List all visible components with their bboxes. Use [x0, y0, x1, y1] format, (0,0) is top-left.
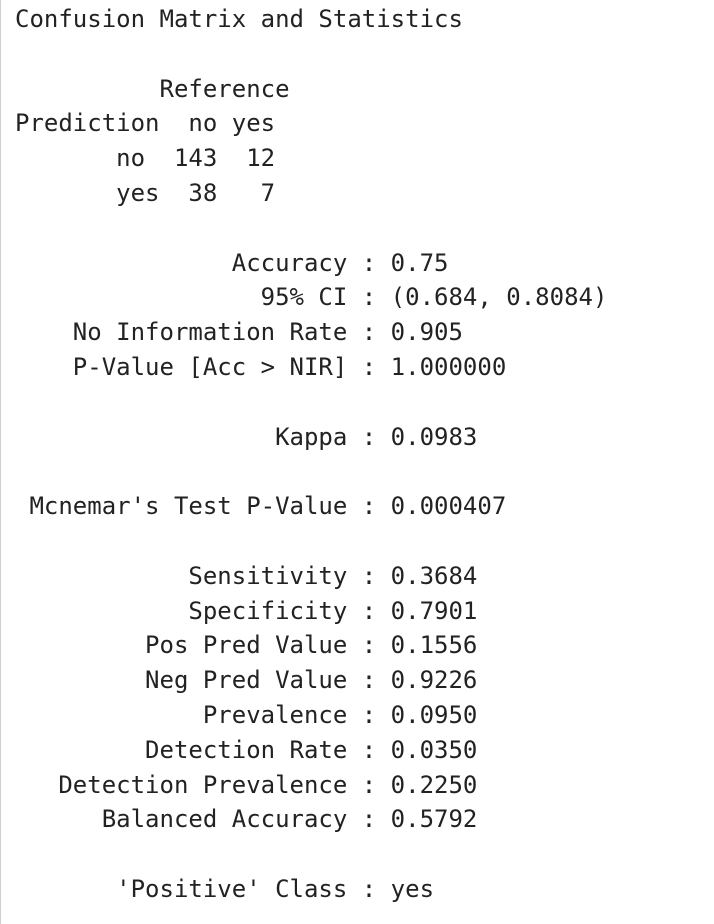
- matrix-row-yes: yes 38 7: [15, 178, 276, 207]
- stat-specificity: Specificity : 0.7901: [15, 596, 478, 625]
- stat-prevalence: Prevalence : 0.0950: [15, 700, 478, 729]
- stat-accuracy: Accuracy : 0.75: [15, 248, 449, 277]
- stat-no-information-rate: No Information Rate : 0.905: [15, 318, 463, 347]
- matrix-reference-header: Reference: [15, 74, 290, 103]
- stat-mcnemar-p-value: Mcnemar's Test P-Value : 0.000407: [15, 492, 507, 521]
- console-text: Confusion Matrix and Statistics Referenc…: [1, 0, 714, 907]
- matrix-prediction-header: Prediction no yes: [15, 109, 276, 138]
- output-title: Confusion Matrix and Statistics: [15, 5, 463, 33]
- console-output-panel: Confusion Matrix and Statistics Referenc…: [0, 0, 714, 924]
- stat-95-ci: 95% CI : (0.684, 0.8084): [15, 283, 608, 312]
- matrix-row-no: no 143 12: [15, 144, 276, 173]
- stat-sensitivity: Sensitivity : 0.3684: [15, 561, 478, 590]
- stat-balanced-accuracy: Balanced Accuracy : 0.5792: [15, 805, 478, 834]
- stat-detection-prevalence: Detection Prevalence : 0.2250: [15, 770, 478, 799]
- stat-pos-pred-value: Pos Pred Value : 0.1556: [15, 631, 478, 660]
- stat-neg-pred-value: Neg Pred Value : 0.9226: [15, 666, 478, 695]
- stat-positive-class: 'Positive' Class : yes: [15, 874, 435, 903]
- stat-detection-rate: Detection Rate : 0.0350: [15, 735, 478, 764]
- stat-p-value-acc-nir: P-Value [Acc > NIR] : 1.000000: [15, 352, 507, 381]
- stat-kappa: Kappa : 0.0983: [15, 422, 478, 451]
